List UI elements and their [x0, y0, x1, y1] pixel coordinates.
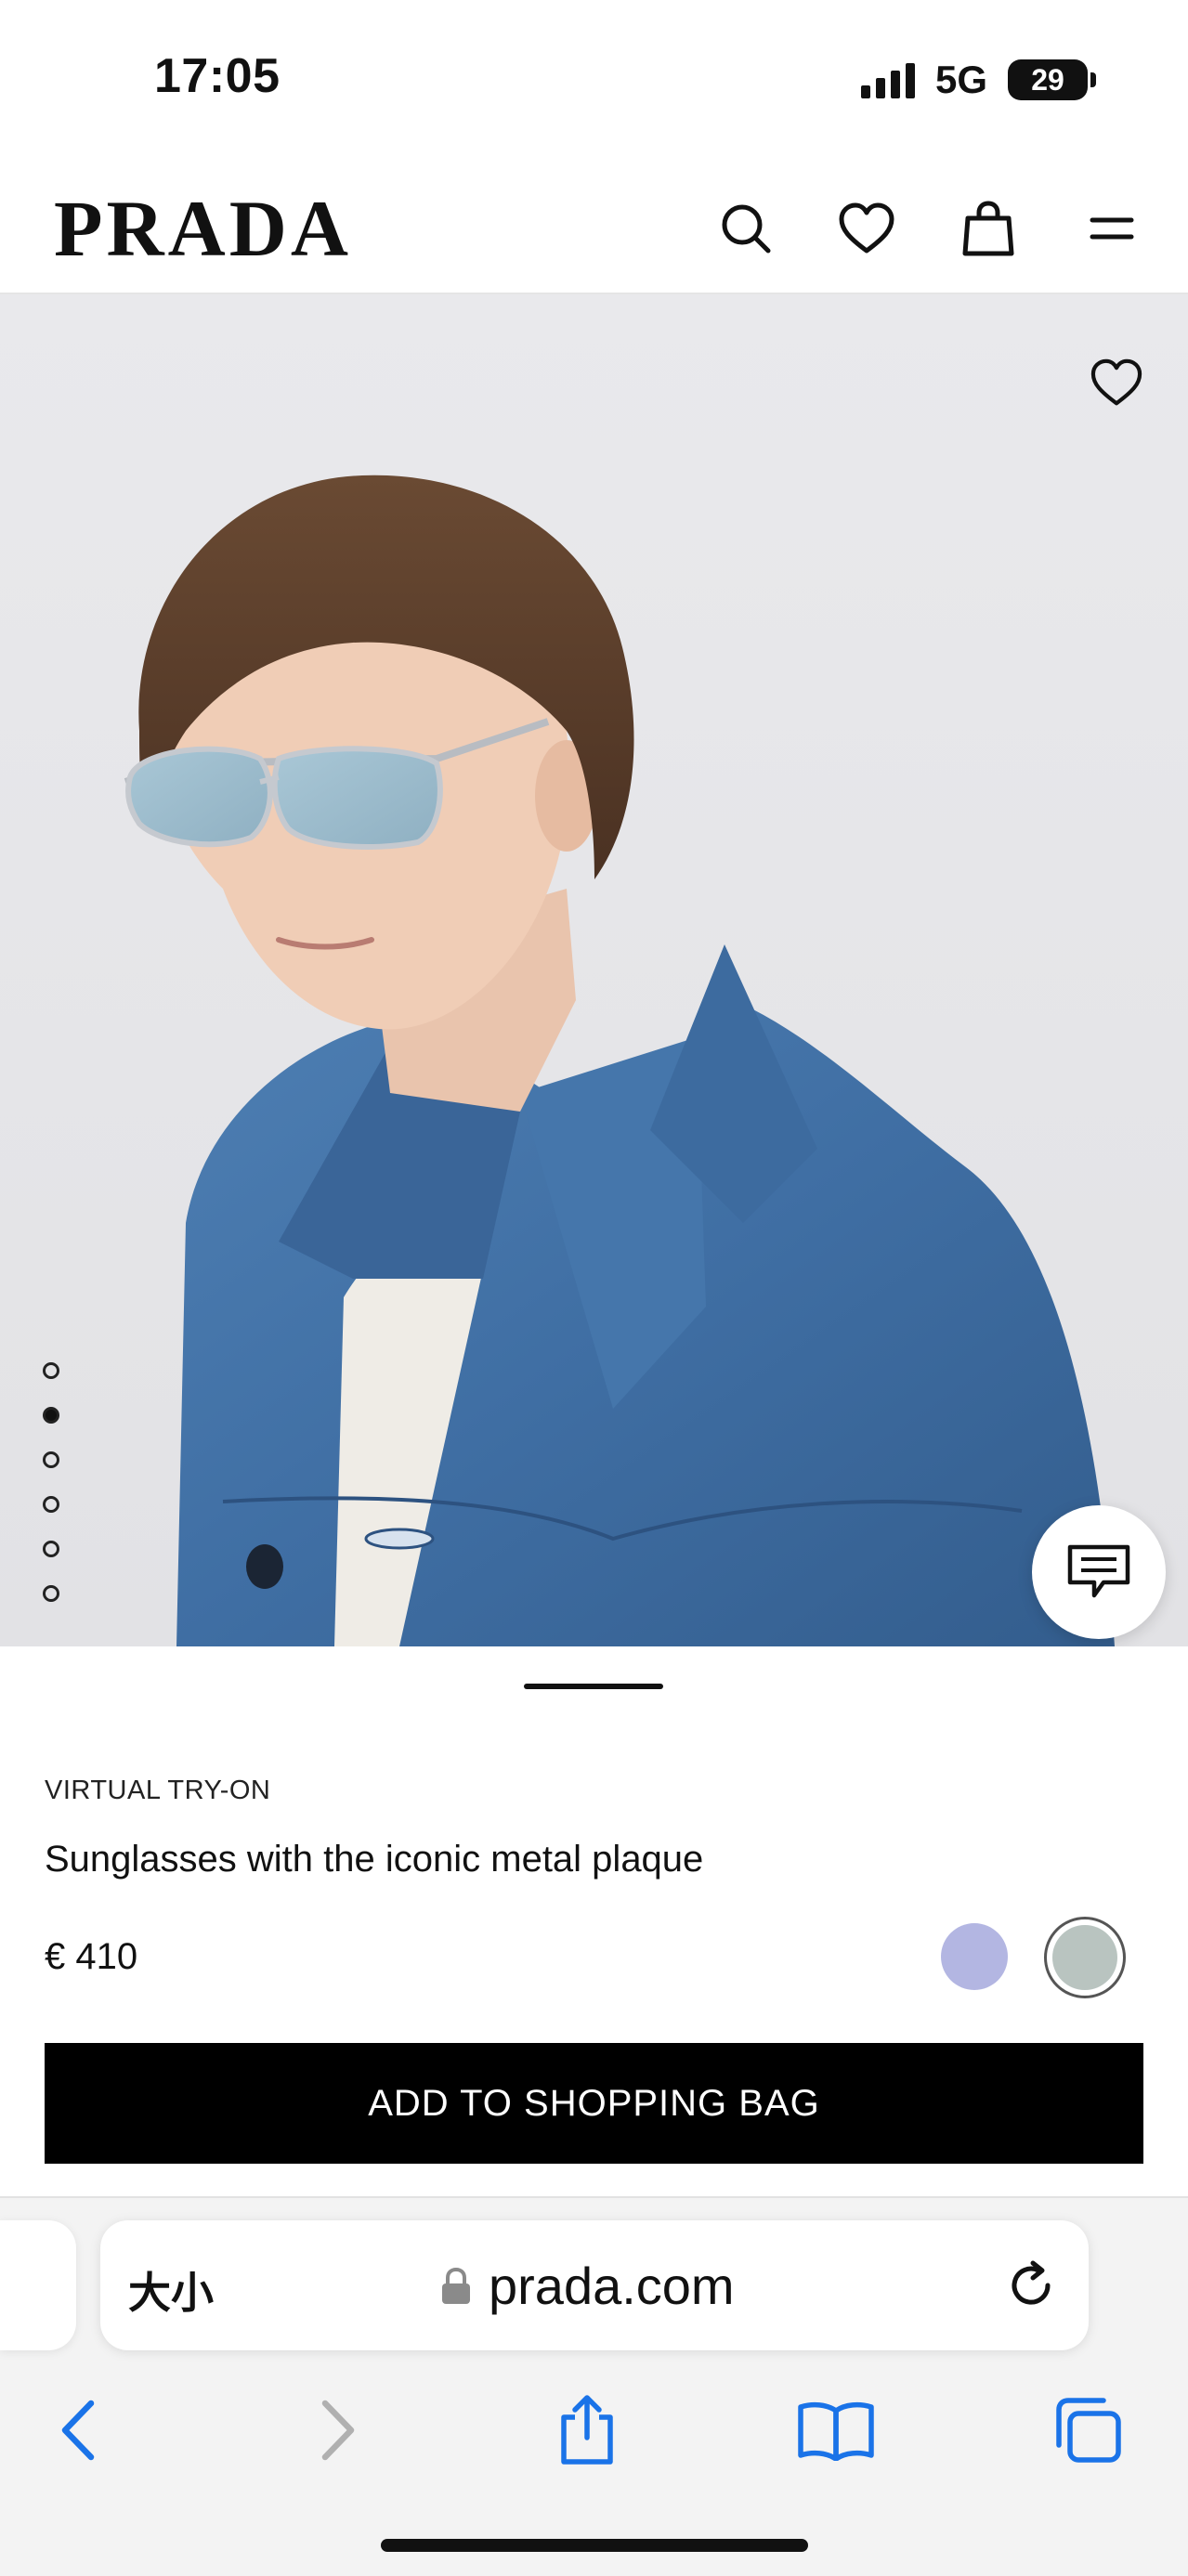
browser-chrome: 大小 prada.com — [0, 2196, 1188, 2576]
gallery-dot[interactable] — [43, 1496, 59, 1513]
product-price: € 410 — [45, 1936, 138, 1977]
gallery-dot[interactable] — [43, 1585, 59, 1602]
brand-logo[interactable]: PRADA — [54, 189, 352, 268]
text-size-button[interactable]: 大小 — [128, 2259, 214, 2321]
battery-level: 29 — [1031, 62, 1064, 97]
virtual-try-on-label[interactable]: VIRTUAL TRY-ON — [45, 1776, 270, 1806]
signal-icon — [860, 61, 915, 98]
share-icon[interactable] — [541, 2384, 633, 2477]
bookmarks-icon[interactable] — [790, 2384, 882, 2477]
gallery-dot[interactable] — [43, 1362, 59, 1379]
product-title: Sunglasses with the iconic metal plaque — [45, 1839, 704, 1880]
search-icon[interactable] — [713, 196, 778, 261]
product-image-gallery[interactable] — [0, 294, 1188, 1646]
previous-tab-preview[interactable] — [0, 2220, 76, 2350]
gallery-dot[interactable] — [43, 1451, 59, 1468]
color-swatch-selected-ring[interactable] — [1044, 1917, 1126, 1998]
product-photo — [124, 475, 1115, 1646]
url-display[interactable]: prada.com — [440, 2256, 735, 2316]
tabs-icon[interactable] — [1040, 2384, 1133, 2477]
sheet-handle[interactable] — [524, 1684, 663, 1689]
add-to-bag-button[interactable]: ADD TO SHOPPING BAG — [45, 2043, 1143, 2164]
chat-button[interactable] — [1032, 1505, 1166, 1639]
reload-icon[interactable] — [1001, 2256, 1061, 2315]
site-header: PRADA — [0, 163, 1188, 294]
battery-icon: 29 — [1008, 59, 1096, 100]
menu-icon[interactable] — [1079, 196, 1144, 261]
gallery-dot-active[interactable] — [43, 1407, 59, 1424]
home-indicator[interactable] — [381, 2539, 808, 2552]
wishlist-heart-icon[interactable] — [1084, 350, 1149, 415]
status-time: 17:05 — [154, 49, 281, 103]
shopping-bag-icon[interactable] — [956, 196, 1021, 261]
status-indicators: 5G 29 — [860, 58, 1096, 102]
chat-icon — [1067, 1544, 1130, 1598]
color-swatch-lavender[interactable] — [941, 1923, 1008, 1990]
address-bar[interactable]: 大小 prada.com — [100, 2220, 1089, 2350]
url-text: prada.com — [489, 2257, 735, 2315]
heart-icon[interactable] — [834, 196, 899, 261]
lock-icon — [442, 2267, 470, 2304]
back-icon[interactable] — [32, 2384, 124, 2477]
color-swatch-grey-green[interactable] — [1052, 1925, 1117, 1990]
gallery-dot[interactable] — [43, 1541, 59, 1557]
forward-icon[interactable] — [292, 2384, 385, 2477]
network-type: 5G — [934, 58, 987, 101]
browser-toolbar — [0, 2384, 1188, 2495]
gallery-pagination — [43, 1362, 59, 1602]
status-bar: 17:05 5G 29 — [0, 0, 1188, 163]
